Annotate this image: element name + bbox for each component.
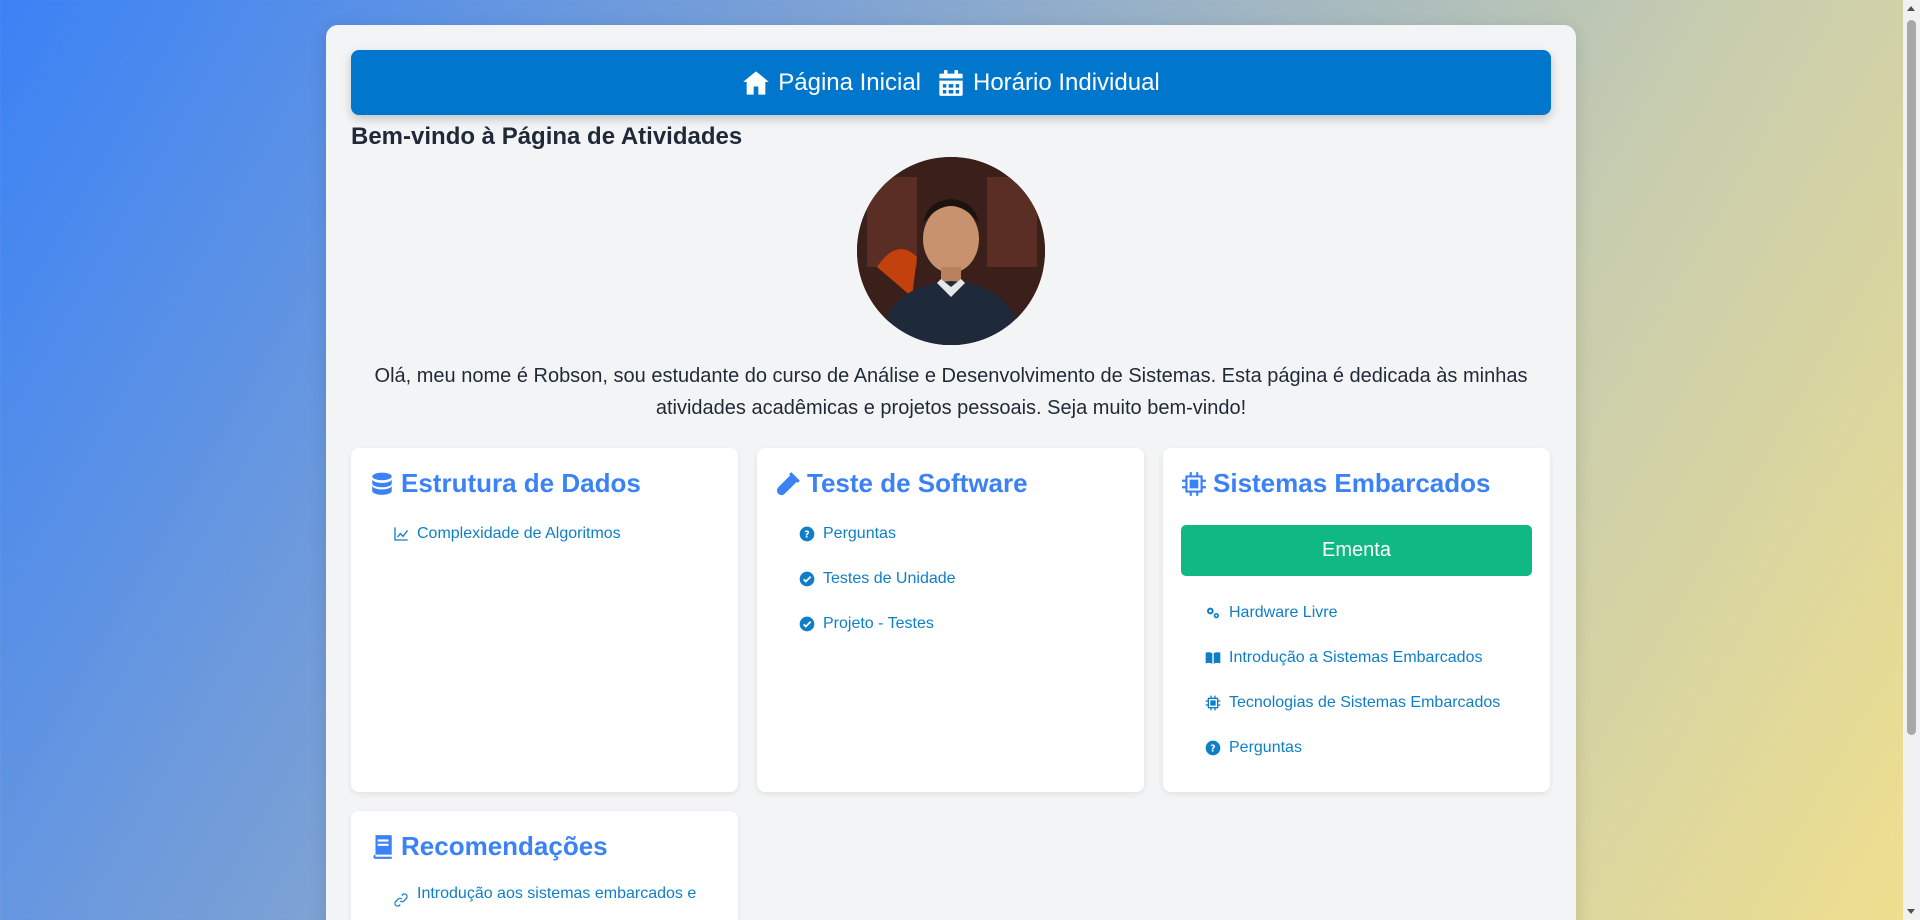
scrollbar-thumb[interactable] xyxy=(1907,20,1916,735)
database-icon xyxy=(372,472,392,495)
check-circle-icon xyxy=(799,616,815,632)
scroll-up-arrow-icon[interactable] xyxy=(1907,6,1915,11)
intro-text: Olá, meu nome é Robson, sou estudante do… xyxy=(374,365,1528,419)
nav-schedule-label: Horário Individual xyxy=(973,68,1160,96)
list-item: Testes de Unidade xyxy=(799,570,1126,615)
link-icon xyxy=(394,893,408,907)
card-data-structures: Estrutura de Dados Complexidade de Algor… xyxy=(351,448,738,792)
main-container: Página Inicial Horário Individual Bem-vi… xyxy=(326,25,1576,920)
svg-text:?: ? xyxy=(804,529,809,540)
embedded-links: Hardware Livre Introdução a Sistemas Emb… xyxy=(1181,604,1532,784)
question-circle-icon: ? xyxy=(799,526,815,542)
card-software-testing: Teste de Software ? Perguntas Testes de … xyxy=(757,448,1144,792)
card-title-text: Sistemas Embarcados xyxy=(1213,468,1491,498)
microchip-icon xyxy=(1182,471,1206,496)
nav-home-label: Página Inicial xyxy=(778,68,921,96)
card-recommendations-title: Recomendações xyxy=(369,831,720,862)
book-open-icon xyxy=(1205,652,1221,664)
card-recommendations: Recomendações Introdução aos sistemas em… xyxy=(351,811,738,920)
link-testes-unidade[interactable]: Testes de Unidade xyxy=(823,570,956,588)
link-perguntas-embarcados[interactable]: Perguntas xyxy=(1229,739,1302,757)
page-title: Bem-vindo à Página de Atividades xyxy=(351,123,743,150)
link-perguntas[interactable]: Perguntas xyxy=(823,525,896,543)
recommendations-links: Introdução aos sistemas embarcados e xyxy=(369,884,720,920)
card-title-text: Estrutura de Dados xyxy=(401,468,641,498)
software-testing-links: ? Perguntas Testes de Unidade Projeto - … xyxy=(775,525,1126,660)
link-tecnologias-sistemas-embarcados[interactable]: Tecnologias de Sistemas Embarcados xyxy=(1229,694,1500,712)
link-complexidade-algoritmos[interactable]: Complexidade de Algoritmos xyxy=(417,525,621,543)
card-embedded-title: Sistemas Embarcados xyxy=(1181,468,1532,499)
list-item: Complexidade de Algoritmos xyxy=(393,525,720,570)
card-embedded-systems: Sistemas Embarcados Ementa Hardware Livr… xyxy=(1163,448,1550,792)
question-circle-icon: ? xyxy=(1205,740,1221,756)
data-structures-links: Complexidade de Algoritmos xyxy=(369,525,720,570)
card-data-structures-title: Estrutura de Dados xyxy=(369,468,720,499)
profile-avatar xyxy=(857,157,1045,345)
link-hardware-livre[interactable]: Hardware Livre xyxy=(1229,604,1337,622)
line-chart-icon xyxy=(394,527,409,541)
list-item: ? Perguntas xyxy=(799,525,1126,570)
list-item: Introdução a Sistemas Embarcados xyxy=(1205,649,1532,694)
microchip-icon xyxy=(1205,695,1221,711)
list-item: ? Perguntas xyxy=(1205,739,1532,784)
home-icon xyxy=(743,70,770,95)
ementa-button[interactable]: Ementa xyxy=(1181,525,1532,576)
card-title-text: Teste de Software xyxy=(807,468,1028,498)
card-title-text: Recomendações xyxy=(401,831,608,861)
gears-icon xyxy=(1207,607,1219,619)
calendar-icon xyxy=(939,69,963,96)
check-circle-icon xyxy=(799,571,815,587)
page-scrollbar[interactable] xyxy=(1903,0,1920,920)
book-icon xyxy=(373,834,392,859)
list-item: Tecnologias de Sistemas Embarcados xyxy=(1205,694,1532,739)
link-recommendation[interactable]: Introdução aos sistemas embarcados e xyxy=(417,884,696,904)
nav-home-link[interactable]: Página Inicial xyxy=(742,69,921,97)
link-introducao-sistemas-embarcados[interactable]: Introdução a Sistemas Embarcados xyxy=(1229,649,1482,667)
nav-schedule-link[interactable]: Horário Individual xyxy=(937,69,1160,97)
top-navbar: Página Inicial Horário Individual xyxy=(351,50,1551,115)
svg-text:?: ? xyxy=(1210,743,1215,754)
list-item: Hardware Livre xyxy=(1205,604,1532,649)
scroll-down-arrow-icon[interactable] xyxy=(1907,909,1915,914)
list-item: Introdução aos sistemas embarcados e xyxy=(393,884,720,920)
card-software-testing-title: Teste de Software xyxy=(775,468,1126,499)
list-item: Projeto - Testes xyxy=(799,615,1126,660)
test-tube-icon xyxy=(776,471,800,495)
link-projeto-testes[interactable]: Projeto - Testes xyxy=(823,615,934,633)
cards-grid: Estrutura de Dados Complexidade de Algor… xyxy=(351,448,1551,920)
